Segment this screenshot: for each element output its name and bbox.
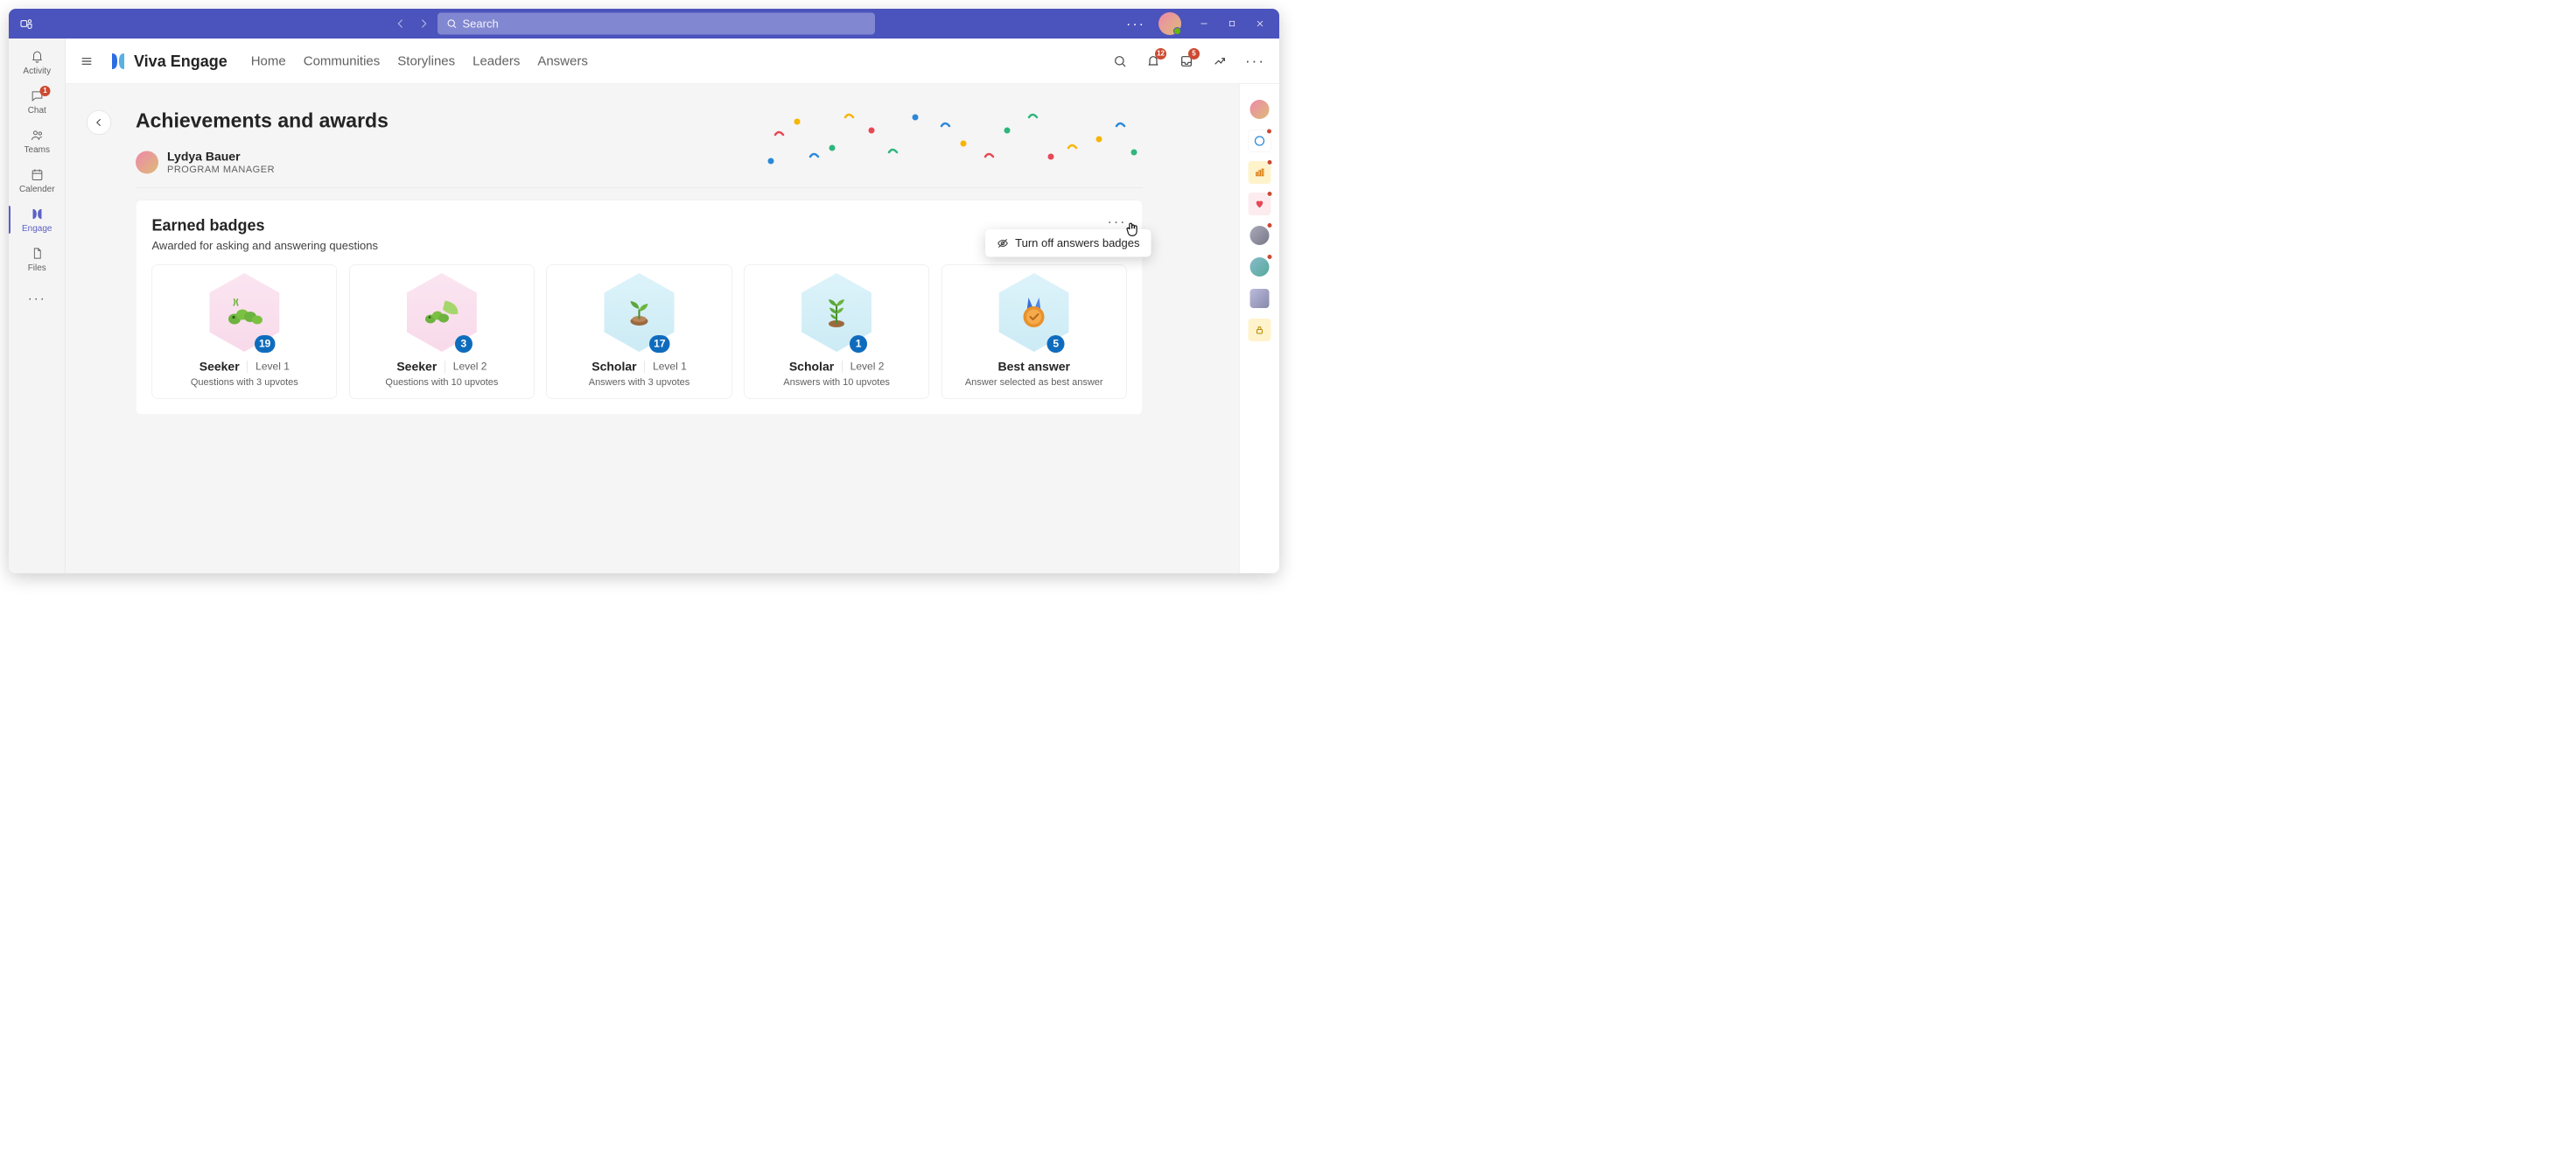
user-name: Lydya Bauer xyxy=(167,150,275,164)
badge-level: Level 1 xyxy=(248,361,290,373)
engage-search-button[interactable] xyxy=(1109,50,1131,73)
cursor-icon xyxy=(1124,220,1143,239)
file-icon xyxy=(29,245,45,261)
inbox-badge: 5 xyxy=(1188,48,1200,60)
current-user-avatar[interactable] xyxy=(1158,12,1181,35)
engage-topbar: Viva Engage Home Communities Storylines … xyxy=(66,39,1279,84)
caterpillar-wings-icon xyxy=(421,296,463,329)
inbox-button[interactable]: 5 xyxy=(1175,50,1198,73)
badge-description: Questions with 3 upvotes xyxy=(191,376,298,388)
titlebar: ··· xyxy=(9,9,1279,39)
action-lock[interactable] xyxy=(1248,319,1270,341)
earned-badges-panel: Earned badges Awarded for asking and ans… xyxy=(136,200,1143,416)
content-area: Achievements and awards Lydya Bauer PROG… xyxy=(66,84,1239,573)
viva-engage-logo xyxy=(108,51,129,72)
badge-count: 5 xyxy=(1047,335,1065,353)
confetti-graphic xyxy=(758,100,1152,170)
presence-indicator xyxy=(1173,27,1181,35)
engage-nav: Home Communities Storylines Leaders Answ… xyxy=(251,53,588,68)
search-icon xyxy=(1113,54,1127,68)
search-icon xyxy=(446,18,458,30)
badge-count: 3 xyxy=(455,335,472,353)
engage-icon xyxy=(29,206,45,221)
rail-teams[interactable]: Teams xyxy=(9,123,66,159)
brand: Viva Engage xyxy=(108,51,228,72)
action-avatar[interactable] xyxy=(1248,98,1270,121)
action-rail xyxy=(1239,84,1279,573)
badge-card[interactable]: 3 Seeker Level 2 Questions with 10 upvot… xyxy=(349,265,535,399)
badge-description: Answers with 3 upvotes xyxy=(589,376,690,388)
hamburger-button[interactable] xyxy=(76,51,97,72)
action-person-2[interactable] xyxy=(1248,256,1270,278)
analytics-icon xyxy=(1213,54,1227,68)
plant-icon xyxy=(819,294,854,332)
window-minimize-button[interactable] xyxy=(1192,11,1216,36)
badge-level: Level 2 xyxy=(842,361,884,373)
badge-description: Answers with 10 upvotes xyxy=(783,376,890,388)
badge-count: 17 xyxy=(649,335,669,353)
badge-name: Seeker xyxy=(200,360,240,374)
caterpillar-icon xyxy=(225,298,264,328)
seedling-icon xyxy=(622,295,657,330)
panel-subtitle: Awarded for asking and answering questio… xyxy=(152,239,1127,253)
app-rail: Activity 1 Chat Teams Calender Engage xyxy=(9,39,66,573)
people-icon xyxy=(29,127,45,143)
teams-logo xyxy=(16,13,37,34)
nav-storylines[interactable]: Storylines xyxy=(397,53,455,68)
calendar-icon xyxy=(29,166,45,182)
nav-back-button[interactable] xyxy=(390,13,411,34)
nav-home[interactable]: Home xyxy=(251,53,286,68)
medal-icon xyxy=(1017,294,1052,332)
action-chart[interactable] xyxy=(1248,161,1270,184)
chat-badge: 1 xyxy=(40,86,51,96)
rail-more-button[interactable]: ··· xyxy=(9,285,66,312)
badge-description: Answer selected as best answer xyxy=(965,376,1103,388)
badge-card[interactable]: 19 Seeker Level 1 Questions with 3 upvot… xyxy=(152,265,338,399)
brand-name: Viva Engage xyxy=(134,52,228,70)
rail-chat[interactable]: 1 Chat xyxy=(9,83,66,120)
search-input[interactable] xyxy=(463,17,867,31)
action-person-3[interactable] xyxy=(1248,287,1270,310)
badge-level: Level 1 xyxy=(645,361,687,373)
badge-name: Seeker xyxy=(396,360,437,374)
eye-off-icon xyxy=(997,237,1009,249)
nav-communities[interactable]: Communities xyxy=(304,53,381,68)
rail-activity[interactable]: Activity xyxy=(9,44,66,81)
badge-description: Questions with 10 upvotes xyxy=(385,376,498,388)
rail-engage[interactable]: Engage xyxy=(9,201,66,238)
badge-name: Scholar xyxy=(789,360,834,374)
window-close-button[interactable] xyxy=(1248,11,1272,36)
notifications-badge: 12 xyxy=(1155,48,1166,60)
badge-card[interactable]: 1 Scholar Level 2 Answers with 10 upvote… xyxy=(744,265,929,399)
popover-label: Turn off answers badges xyxy=(1015,236,1139,250)
window-maximize-button[interactable] xyxy=(1220,11,1244,36)
badge-card[interactable]: 17 Scholar Level 1 Answers with 3 upvote… xyxy=(547,265,732,399)
panel-title: Earned badges xyxy=(152,216,1127,235)
badge-name: Best answer xyxy=(998,360,1069,374)
rail-calendar[interactable]: Calender xyxy=(9,162,66,199)
action-heart[interactable] xyxy=(1248,193,1270,215)
back-button[interactable] xyxy=(87,110,111,135)
bell-icon xyxy=(29,48,45,64)
settings-more-button[interactable]: ··· xyxy=(1124,11,1148,36)
badge-name: Scholar xyxy=(592,360,636,374)
analytics-button[interactable] xyxy=(1208,50,1231,73)
action-copilot[interactable] xyxy=(1248,130,1270,152)
badge-count: 19 xyxy=(255,335,275,353)
badge-level: Level 2 xyxy=(444,361,486,373)
user-job-title: PROGRAM MANAGER xyxy=(167,164,275,175)
rail-files[interactable]: Files xyxy=(9,241,66,277)
notifications-button[interactable]: 12 xyxy=(1142,50,1165,73)
badge-card[interactable]: 5 Best answer Answer selected as best an… xyxy=(942,265,1127,399)
nav-answers[interactable]: Answers xyxy=(537,53,588,68)
action-person-1[interactable] xyxy=(1248,224,1270,247)
user-avatar[interactable] xyxy=(136,151,158,174)
global-search[interactable] xyxy=(438,13,875,35)
badge-count: 1 xyxy=(850,335,867,353)
engage-more-button[interactable]: ··· xyxy=(1242,53,1269,70)
nav-forward-button[interactable] xyxy=(413,13,434,34)
nav-leaders[interactable]: Leaders xyxy=(472,53,520,68)
